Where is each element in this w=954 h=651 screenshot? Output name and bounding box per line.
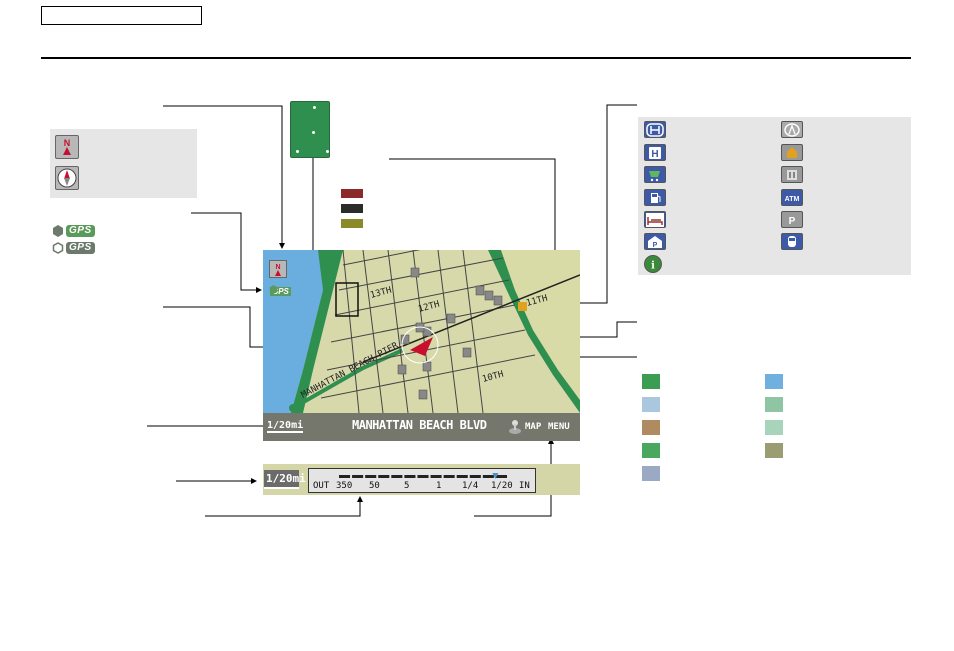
gps-hex-outline-icon <box>52 242 64 254</box>
road-color-minor <box>341 219 363 228</box>
zoom-segment[interactable] <box>469 475 481 478</box>
legend-swatch-military <box>765 443 783 458</box>
zoom-out-label[interactable]: OUT <box>313 481 329 491</box>
current-street-label: MANHATTAN BEACH BLVD <box>352 418 487 432</box>
zoom-segment[interactable] <box>443 475 455 478</box>
map-gps-indicator: GPS <box>269 285 291 297</box>
street-label-10th: 10TH <box>481 370 505 385</box>
zoom-segment[interactable] <box>365 475 377 478</box>
park-area-thumbnail <box>290 101 330 158</box>
svg-text:N: N <box>64 138 71 148</box>
zoom-tick-label: 1/20 <box>491 481 513 491</box>
navigation-map[interactable]: 13TH 12TH 11TH 10TH MANHATTAN BEACH PIER… <box>263 250 580 441</box>
zoom-segment[interactable] <box>482 475 494 478</box>
poi-icon-legend: H P i ATM P <box>638 117 911 275</box>
gps-active-symbol: GPS <box>52 224 95 238</box>
street-label-12th: 12TH <box>417 300 441 315</box>
map-button[interactable]: MAP <box>525 422 541 432</box>
zoom-tick-label: 1/4 <box>462 481 479 491</box>
svg-text:ATM: ATM <box>785 196 800 203</box>
zoom-segment[interactable] <box>495 475 507 478</box>
road-color-major <box>341 189 363 198</box>
orientation-legend: N <box>50 129 197 198</box>
parking-lot-icon: P <box>781 211 803 228</box>
acura-dealer-icon <box>781 121 803 138</box>
shopping-icon <box>644 166 666 183</box>
gps-hex-filled-icon <box>53 225 63 237</box>
parking-garage-icon: P <box>644 233 666 250</box>
svg-text:i: i <box>651 260 655 271</box>
atm-icon: ATM <box>781 189 803 206</box>
zoom-scale-label: 1/20mi <box>266 472 306 485</box>
information-icon: i <box>644 255 662 273</box>
legend-swatch-golf <box>765 397 783 412</box>
legend-swatch-airport <box>642 397 660 412</box>
svg-text:N: N <box>275 264 280 271</box>
legend-swatch-hospital <box>765 420 783 435</box>
hotel-icon <box>644 211 666 228</box>
legend-swatch-industrial <box>642 420 660 435</box>
honda-dealer-icon <box>644 121 666 138</box>
menu-button[interactable]: MENU <box>548 422 570 432</box>
svg-text:P: P <box>789 216 796 227</box>
zoom-segment[interactable] <box>456 475 468 478</box>
legend-swatch-shopping <box>642 466 660 481</box>
svg-text:P: P <box>653 242 658 249</box>
zoom-tick-label: 5 <box>404 481 410 491</box>
zoom-in-label[interactable]: IN <box>519 481 530 491</box>
map-north-up-icon[interactable]: N <box>269 260 287 278</box>
zoom-segment[interactable] <box>417 475 429 478</box>
legend-swatch-water <box>765 374 783 389</box>
voice-joystick-icon <box>509 420 521 434</box>
legend-swatch-park <box>642 374 660 389</box>
gas-station-icon <box>644 189 666 206</box>
zoom-segment[interactable] <box>391 475 403 478</box>
heading-up-icon <box>55 166 79 190</box>
zoom-tick-label: 350 <box>336 481 353 491</box>
zoom-segment[interactable] <box>404 475 416 478</box>
street-label-13th: 13TH <box>369 286 393 301</box>
hospital-icon: H <box>644 144 666 161</box>
zoom-segment[interactable] <box>430 475 442 478</box>
zoom-level-selector[interactable]: OUT 350 50 5 1 1/4 1/20 IN <box>308 468 536 493</box>
train-station-icon <box>781 233 803 250</box>
gps-inactive-symbol: GPS <box>52 241 95 255</box>
zoom-segment[interactable] <box>339 475 351 478</box>
zoom-segment[interactable] <box>378 475 390 478</box>
zoom-tick-label: 50 <box>369 481 380 491</box>
road-color-secondary <box>341 204 363 213</box>
map-status-bar: 1/20mi MANHATTAN BEACH BLVD MAP MENU <box>263 413 580 441</box>
north-up-icon: N <box>55 135 79 159</box>
zoom-segment[interactable] <box>352 475 364 478</box>
waypoint-icon <box>781 144 803 161</box>
zoom-scale-box[interactable]: 1/20mi <box>264 470 306 489</box>
map-scale-label[interactable]: 1/20mi <box>267 420 304 433</box>
gps-label: GPS <box>66 242 95 254</box>
zoom-scale-bar: 1/20mi OUT 350 50 5 1 1/4 1/20 IN <box>263 464 580 495</box>
zoom-tick-label: 1 <box>436 481 442 491</box>
svg-text:H: H <box>651 149 658 160</box>
restaurant-icon <box>781 166 803 183</box>
legend-swatch-campus <box>642 443 660 458</box>
gps-label: GPS <box>66 225 95 237</box>
